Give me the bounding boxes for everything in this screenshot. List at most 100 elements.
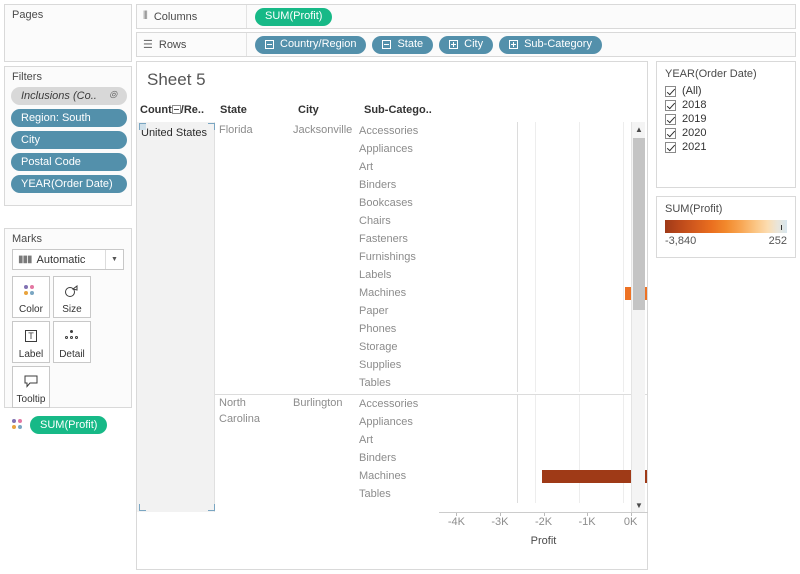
checkbox-icon[interactable] [665, 142, 676, 153]
viz-vertical-scrollbar[interactable]: ▲ ▼ [631, 122, 645, 512]
subcategory-label[interactable]: Tables [359, 485, 429, 503]
filter-pill-city[interactable]: City [11, 131, 127, 149]
bar-row [518, 194, 647, 212]
bar-row [518, 467, 647, 485]
year-option-label: 2019 [682, 113, 706, 125]
filter-pill-label: Postal Code [21, 157, 81, 168]
marks-color-pill[interactable]: SUM(Profit) [30, 416, 107, 434]
filter-pill-year-order-date[interactable]: YEAR(Order Date) [11, 175, 127, 193]
subcategory-label[interactable]: Machines [359, 467, 429, 485]
filter-pill-label: City [21, 135, 40, 146]
checkbox-icon[interactable] [665, 114, 676, 125]
subcategory-label[interactable]: Binders [359, 176, 429, 194]
marks-color-button[interactable]: Color [12, 276, 50, 318]
x-axis-title: Profit [439, 535, 648, 547]
subcategory-label[interactable]: Machines [359, 284, 429, 302]
subcategory-label[interactable]: Fasteners [359, 230, 429, 248]
filter-pill-inclusions-co[interactable]: Inclusions (Co..⦾ [11, 87, 127, 105]
country-header-cell[interactable]: United States [137, 122, 215, 512]
bar-row [518, 302, 647, 320]
state-label[interactable]: North Carolina [219, 395, 289, 427]
color-dots-icon [12, 419, 26, 431]
year-option-2021[interactable]: 2021 [657, 140, 795, 154]
year-option-2018[interactable]: 2018 [657, 98, 795, 112]
collapse-minus-icon[interactable] [382, 40, 391, 49]
rows-pill-state[interactable]: State [372, 36, 433, 54]
checkbox-icon[interactable] [665, 100, 676, 111]
state-label[interactable]: Florida [219, 122, 289, 138]
expand-plus-icon[interactable] [449, 40, 458, 49]
subcategory-label[interactable]: Furnishings [359, 248, 429, 266]
visualization-panel[interactable]: Sheet 5 Count/Re.. State City Sub-Catego… [136, 61, 648, 570]
subcategory-label[interactable]: Binders [359, 449, 429, 467]
state-block: FloridaJacksonvilleAccessoriesAppliances… [215, 122, 647, 394]
bar-row [518, 230, 647, 248]
mark-type-dropdown[interactable]: ▮▮▮ Automatic ▼ [12, 249, 124, 270]
subcategory-label[interactable]: Accessories [359, 122, 429, 140]
bar-row [518, 413, 647, 431]
expand-plus-icon[interactable] [509, 40, 518, 49]
label-text-icon: T [25, 322, 37, 349]
rows-pill-city[interactable]: City [439, 36, 493, 54]
subcategory-label[interactable]: Art [359, 431, 429, 449]
color-gradient-bar [665, 220, 787, 233]
filter-pill-region-south[interactable]: Region: South [11, 109, 127, 127]
subcategory-label[interactable]: Art [359, 158, 429, 176]
rows-shelf-label: ☰ Rows [137, 33, 247, 56]
column-header-country-text: Count [140, 104, 172, 116]
plot-area[interactable] [517, 395, 647, 503]
scroll-up-arrow[interactable]: ▲ [632, 122, 646, 136]
marks-label-button[interactable]: TLabel [12, 321, 50, 363]
marks-size-button[interactable]: Size [53, 276, 91, 318]
marks-tooltip-button[interactable]: Tooltip [12, 366, 50, 408]
checkbox-icon[interactable] [665, 86, 676, 97]
year-option-2020[interactable]: 2020 [657, 126, 795, 140]
filter-pill-postal-code[interactable]: Postal Code [11, 153, 127, 171]
year-option-all[interactable]: (All) [657, 84, 795, 98]
column-header-country[interactable]: Count/Re.. [137, 104, 217, 122]
collapse-icon[interactable] [172, 105, 181, 114]
link-icon[interactable]: ⦾ [109, 91, 117, 101]
column-header-state[interactable]: State [217, 104, 295, 122]
scroll-down-arrow[interactable]: ▼ [632, 498, 646, 512]
column-header-country-suffix: /Re.. [181, 104, 204, 116]
subcategory-label[interactable]: Appliances [359, 413, 429, 431]
subcategory-label[interactable]: Labels [359, 266, 429, 284]
subcategory-label[interactable]: Accessories [359, 395, 429, 413]
city-label[interactable]: Jacksonville [293, 122, 359, 138]
subcategory-label[interactable]: Storage [359, 338, 429, 356]
bar-row [518, 485, 647, 503]
filter-pill-label: YEAR(Order Date) [21, 179, 113, 190]
columns-shelf[interactable]: ⦀ Columns SUM(Profit) [136, 4, 796, 29]
chevron-down-icon[interactable]: ▼ [105, 250, 123, 269]
bar-row [518, 356, 647, 374]
subcategory-label[interactable]: Bookcases [359, 194, 429, 212]
rows-pill-container: Country/Region State City Sub-Category [247, 36, 602, 54]
marks-buttons: ColorSizeTLabelDetailTooltip [5, 276, 131, 408]
subcategory-label[interactable]: Tables [359, 374, 429, 392]
sheet-title[interactable]: Sheet 5 [137, 62, 647, 96]
subcategory-list: AccessoriesAppliancesArtBindersBookcases… [359, 122, 429, 392]
checkbox-icon[interactable] [665, 128, 676, 139]
axis-tick-label: -1K [578, 516, 595, 528]
rows-pill-sub-category[interactable]: Sub-Category [499, 36, 602, 54]
rows-shelf[interactable]: ☰ Rows Country/Region State City Sub-Catego… [136, 32, 796, 57]
subcategory-label[interactable]: Chairs [359, 212, 429, 230]
column-header-subcategory[interactable]: Sub-Catego.. [361, 104, 433, 122]
subcategory-label[interactable]: Appliances [359, 140, 429, 158]
pill-label: City [464, 39, 483, 50]
city-label[interactable]: Burlington [293, 395, 359, 411]
marks-detail-button[interactable]: Detail [53, 321, 91, 363]
rows-pill-country-region[interactable]: Country/Region [255, 36, 366, 54]
column-header-city[interactable]: City [295, 104, 361, 122]
subcategory-label[interactable]: Paper [359, 302, 429, 320]
plot-area[interactable] [517, 122, 647, 392]
columns-pill-sum-profit-[interactable]: SUM(Profit) [255, 8, 332, 26]
year-option-2019[interactable]: 2019 [657, 112, 795, 126]
subcategory-list: AccessoriesAppliancesArtBindersMachinesT… [359, 395, 429, 503]
subcategory-label[interactable]: Phones [359, 320, 429, 338]
subcategory-label[interactable]: Supplies [359, 356, 429, 374]
scrollbar-thumb[interactable] [633, 138, 645, 310]
collapse-minus-icon[interactable] [265, 40, 274, 49]
tooltip-bubble-icon [23, 367, 39, 394]
